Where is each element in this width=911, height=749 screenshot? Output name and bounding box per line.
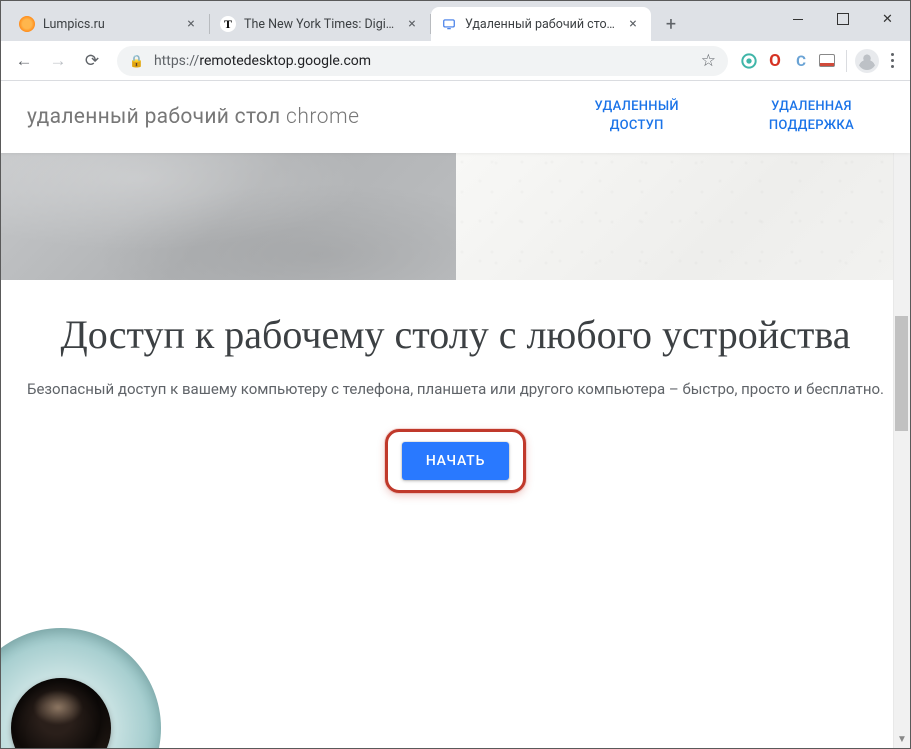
tab-close-button[interactable]: × <box>404 16 420 32</box>
hero-image-right <box>456 153 911 280</box>
site-header: удаленный рабочий стол chrome УДАЛЕННЫЙД… <box>1 81 910 153</box>
window-controls <box>775 1 910 37</box>
scroll-down-arrow-icon[interactable]: ▼ <box>894 731 910 748</box>
hero-image-strip <box>1 153 910 280</box>
new-tab-button[interactable]: + <box>657 10 685 38</box>
tab-title: The New York Times: Digital <box>244 17 396 32</box>
address-bar[interactable]: 🔒 https://remotedesktop.google.com ☆ <box>117 46 728 76</box>
url-text: https://remotedesktop.google.com <box>154 53 691 69</box>
tab-lumpics[interactable]: Lumpics.ru × <box>9 7 209 41</box>
page-subheading: Безопасный доступ к вашему компьютеру с … <box>25 378 886 401</box>
tab-title: Удаленный рабочий стол C <box>465 17 617 32</box>
page-viewport: удаленный рабочий стол chrome УДАЛЕННЫЙД… <box>1 81 910 748</box>
site-title: удаленный рабочий стол chrome <box>27 105 360 129</box>
favicon-crd-icon <box>441 16 457 32</box>
scrollbar-thumb[interactable] <box>895 316 908 431</box>
profile-avatar[interactable] <box>855 49 879 73</box>
tab-title: Lumpics.ru <box>43 17 175 32</box>
extension-box-icon[interactable] <box>816 50 838 72</box>
toolbar-separator <box>846 50 847 72</box>
start-button[interactable]: НАЧАТЬ <box>402 442 509 480</box>
tab-close-button[interactable]: × <box>183 16 199 32</box>
extension-c-icon[interactable]: C <box>790 50 812 72</box>
main-content: Доступ к рабочему столу с любого устройс… <box>1 280 910 493</box>
hero-image-left <box>1 153 456 280</box>
tab-close-button[interactable]: × <box>625 16 641 32</box>
window-minimize-button[interactable] <box>775 4 820 34</box>
window-maximize-button[interactable] <box>820 4 865 34</box>
nav-remote-access[interactable]: УДАЛЕННЫЙДОСТУП <box>595 98 679 134</box>
nav-remote-support[interactable]: УДАЛЕННАЯПОДДЕРЖКА <box>769 98 854 134</box>
decorative-coffee-image <box>1 628 161 748</box>
site-nav: УДАЛЕННЫЙДОСТУП УДАЛЕННАЯПОДДЕРЖКА <box>595 98 884 134</box>
tab-nyt[interactable]: T The New York Times: Digital × <box>210 7 430 41</box>
favicon-nyt-icon: T <box>220 16 236 32</box>
vertical-scrollbar[interactable]: ▲ ▼ <box>893 81 910 748</box>
bookmark-star-icon[interactable]: ☆ <box>701 51 716 71</box>
favicon-lumpics-icon <box>19 16 35 32</box>
tab-remote-desktop[interactable]: Удаленный рабочий стол C × <box>431 7 651 41</box>
reload-button[interactable]: ⟳ <box>77 46 107 76</box>
extension-opera-icon[interactable]: O <box>764 50 786 72</box>
browser-menu-button[interactable] <box>883 53 902 68</box>
tab-strip: Lumpics.ru × T The New York Times: Digit… <box>1 1 910 41</box>
browser-toolbar: ← → ⟳ 🔒 https://remotedesktop.google.com… <box>1 41 910 81</box>
lock-icon: 🔒 <box>129 54 144 68</box>
start-button-highlight: НАЧАТЬ <box>385 429 526 493</box>
forward-button[interactable]: → <box>43 46 73 76</box>
window-close-button[interactable] <box>865 4 910 34</box>
extension-amigo-icon[interactable] <box>738 50 760 72</box>
page-heading: Доступ к рабочему столу с любого устройс… <box>25 310 886 360</box>
back-button[interactable]: ← <box>9 46 39 76</box>
